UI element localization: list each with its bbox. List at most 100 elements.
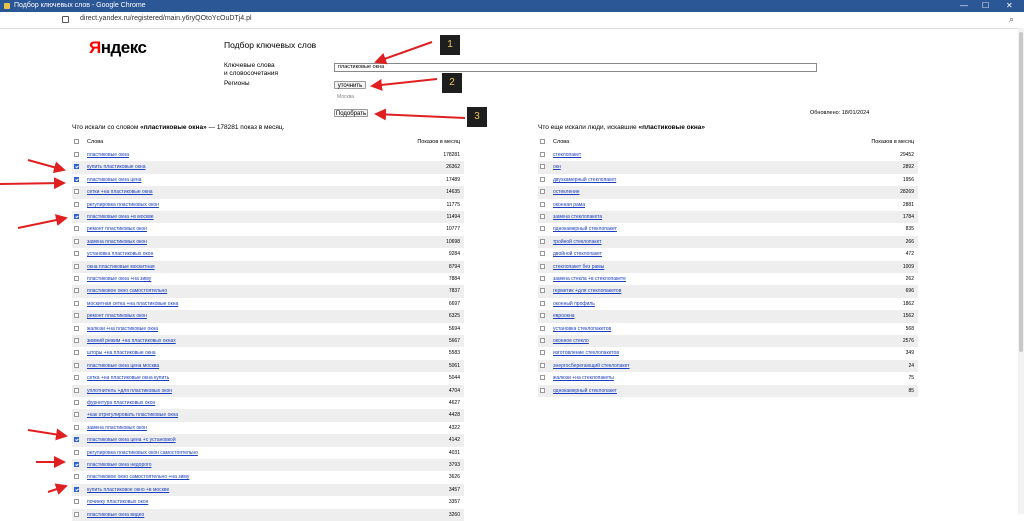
row-checkbox[interactable] (74, 400, 79, 405)
keyword-link[interactable]: однокамерный стеклопакет (553, 388, 617, 394)
row-checkbox[interactable] (540, 338, 545, 343)
keyword-link[interactable]: фурнитура пластиковых окон (87, 400, 155, 406)
keyword-link[interactable]: ремонт пластиковых окон (87, 226, 147, 232)
keyword-link[interactable]: регулировка пластиковых окон (87, 202, 159, 208)
row-checkbox[interactable] (540, 375, 545, 381)
keyword-link[interactable]: однокамерный стеклопакет (553, 226, 617, 232)
keyword-link[interactable]: двойной стеклопакет (553, 251, 602, 257)
row-checkbox[interactable] (540, 189, 545, 195)
keyword-link[interactable]: тройной стеклопакет (553, 239, 602, 245)
row-checkbox[interactable] (74, 238, 79, 244)
keyword-link[interactable]: пластиковые окна +на зиму (87, 276, 151, 282)
row-checkbox[interactable] (74, 152, 79, 157)
keyword-link[interactable]: жалюзи +на стеклопакеты (553, 375, 614, 381)
row-checkbox[interactable] (74, 511, 79, 517)
keyword-link[interactable]: оконное стекло (553, 338, 589, 344)
row-checkbox[interactable] (74, 362, 79, 368)
keyword-link[interactable]: купить пластиковое окно +в москве (87, 487, 169, 493)
keyword-link[interactable]: шторы +на пластиковые окна (87, 350, 156, 356)
keyword-link[interactable]: замена пластиковых окон (87, 425, 147, 431)
keyword-link[interactable]: оконный профиль (553, 301, 595, 307)
keyword-link[interactable]: энергосберегающий стеклопакет (553, 363, 630, 369)
keyword-link[interactable]: пластиковые окна недорого (87, 462, 152, 468)
keyword-link[interactable]: оконная рама (553, 202, 585, 208)
keyword-link[interactable]: окна пластиковые москитная (87, 264, 155, 270)
keyword-link[interactable]: двухкамерный стеклопакет (553, 177, 616, 183)
row-checkbox[interactable] (74, 486, 79, 492)
row-checkbox[interactable] (540, 325, 545, 331)
keyword-link[interactable]: пластиковые окна цена +с установкой (87, 437, 176, 443)
keyword-link[interactable]: герметик +для стеклопакетов (553, 288, 621, 294)
row-checkbox[interactable] (74, 424, 79, 430)
keyword-link[interactable]: пластиковое окно самостоятельно +на зиму (87, 474, 189, 480)
row-checkbox[interactable] (540, 300, 545, 306)
row-checkbox[interactable] (74, 164, 79, 170)
row-checkbox[interactable] (74, 176, 79, 182)
keyword-link[interactable]: евроокна (553, 313, 575, 319)
keyword-link[interactable]: пластиковые окна видео (87, 512, 144, 518)
keyword-link[interactable]: замена стекла +в стеклопакете (553, 276, 626, 282)
row-checkbox[interactable] (540, 152, 545, 157)
row-checkbox[interactable] (74, 288, 79, 294)
row-checkbox[interactable] (74, 214, 79, 219)
keyword-link[interactable]: уплотнитель +для пластиковых окон (87, 388, 172, 394)
keyword-link[interactable]: установка пластиковых окон (87, 251, 153, 257)
keyword-link[interactable]: пластиковые окна цена (87, 177, 141, 183)
keyword-link[interactable]: окн (553, 164, 561, 170)
row-checkbox[interactable] (540, 350, 545, 356)
row-checkbox[interactable] (74, 412, 79, 418)
row-checkbox[interactable] (74, 263, 79, 269)
keyword-link[interactable]: зимний режим +на пластиковых окнах (87, 338, 176, 344)
keyword-link[interactable]: остекление (553, 189, 580, 195)
row-checkbox[interactable] (74, 338, 79, 343)
row-checkbox[interactable] (540, 251, 545, 257)
select-all-checkbox[interactable] (74, 139, 79, 144)
keyword-link[interactable]: жалюзи +на пластиковые окна (87, 326, 158, 332)
keyword-link[interactable]: сетка +на пластиковые окна купить (87, 375, 169, 381)
keyword-link[interactable]: пластиковые окна цена москва (87, 363, 159, 369)
row-checkbox[interactable] (74, 276, 79, 281)
row-checkbox[interactable] (74, 437, 79, 443)
select-all-checkbox[interactable] (540, 139, 545, 144)
keyword-link[interactable]: починку пластиковых окон (87, 499, 148, 505)
row-checkbox[interactable] (74, 375, 79, 381)
row-checkbox[interactable] (74, 499, 79, 505)
row-checkbox[interactable] (74, 251, 79, 257)
row-checkbox[interactable] (74, 474, 79, 480)
row-checkbox[interactable] (540, 288, 545, 294)
row-checkbox[interactable] (540, 362, 545, 368)
row-checkbox[interactable] (74, 449, 79, 455)
row-checkbox[interactable] (74, 201, 79, 207)
keyword-link[interactable]: стеклопакет (553, 152, 581, 158)
keyword-link[interactable]: пластиковые окна +в москве (87, 214, 154, 220)
keyword-link[interactable]: ремонт пластиковых окон (87, 313, 147, 319)
row-checkbox[interactable] (540, 176, 545, 182)
row-checkbox[interactable] (540, 313, 545, 319)
row-checkbox[interactable] (540, 387, 545, 393)
keyword-link[interactable]: установка стеклопакетов (553, 326, 611, 332)
row-checkbox[interactable] (540, 263, 545, 269)
keyword-link[interactable]: +как отрегулировать пластиковые окна (87, 412, 178, 418)
row-checkbox[interactable] (74, 313, 79, 319)
row-checkbox[interactable] (74, 226, 79, 232)
keyword-link[interactable]: замена стеклопакета (553, 214, 602, 220)
row-checkbox[interactable] (540, 164, 545, 170)
keyword-link[interactable]: стеклопакет без рамы (553, 264, 604, 270)
row-checkbox[interactable] (74, 300, 79, 306)
keyword-link[interactable]: изготовление стеклопакетов (553, 350, 619, 356)
row-checkbox[interactable] (540, 276, 545, 281)
keyword-link[interactable]: купить пластиковые окна (87, 164, 145, 170)
row-checkbox[interactable] (540, 226, 545, 232)
keyword-link[interactable]: замена пластиковых окон (87, 239, 147, 245)
row-checkbox[interactable] (74, 325, 79, 331)
keyword-link[interactable]: сетки +на пластиковые окна (87, 189, 153, 195)
row-checkbox[interactable] (74, 189, 79, 195)
row-checkbox[interactable] (74, 462, 79, 467)
keyword-link[interactable]: пластиковые окна (87, 152, 129, 158)
row-checkbox[interactable] (74, 387, 79, 393)
keyword-link[interactable]: москитная сетка +на пластиковые окна (87, 301, 178, 307)
row-checkbox[interactable] (540, 201, 545, 207)
row-checkbox[interactable] (74, 350, 79, 356)
keyword-link[interactable]: регулировка пластиковых окон самостоятел… (87, 450, 198, 456)
row-checkbox[interactable] (540, 238, 545, 244)
